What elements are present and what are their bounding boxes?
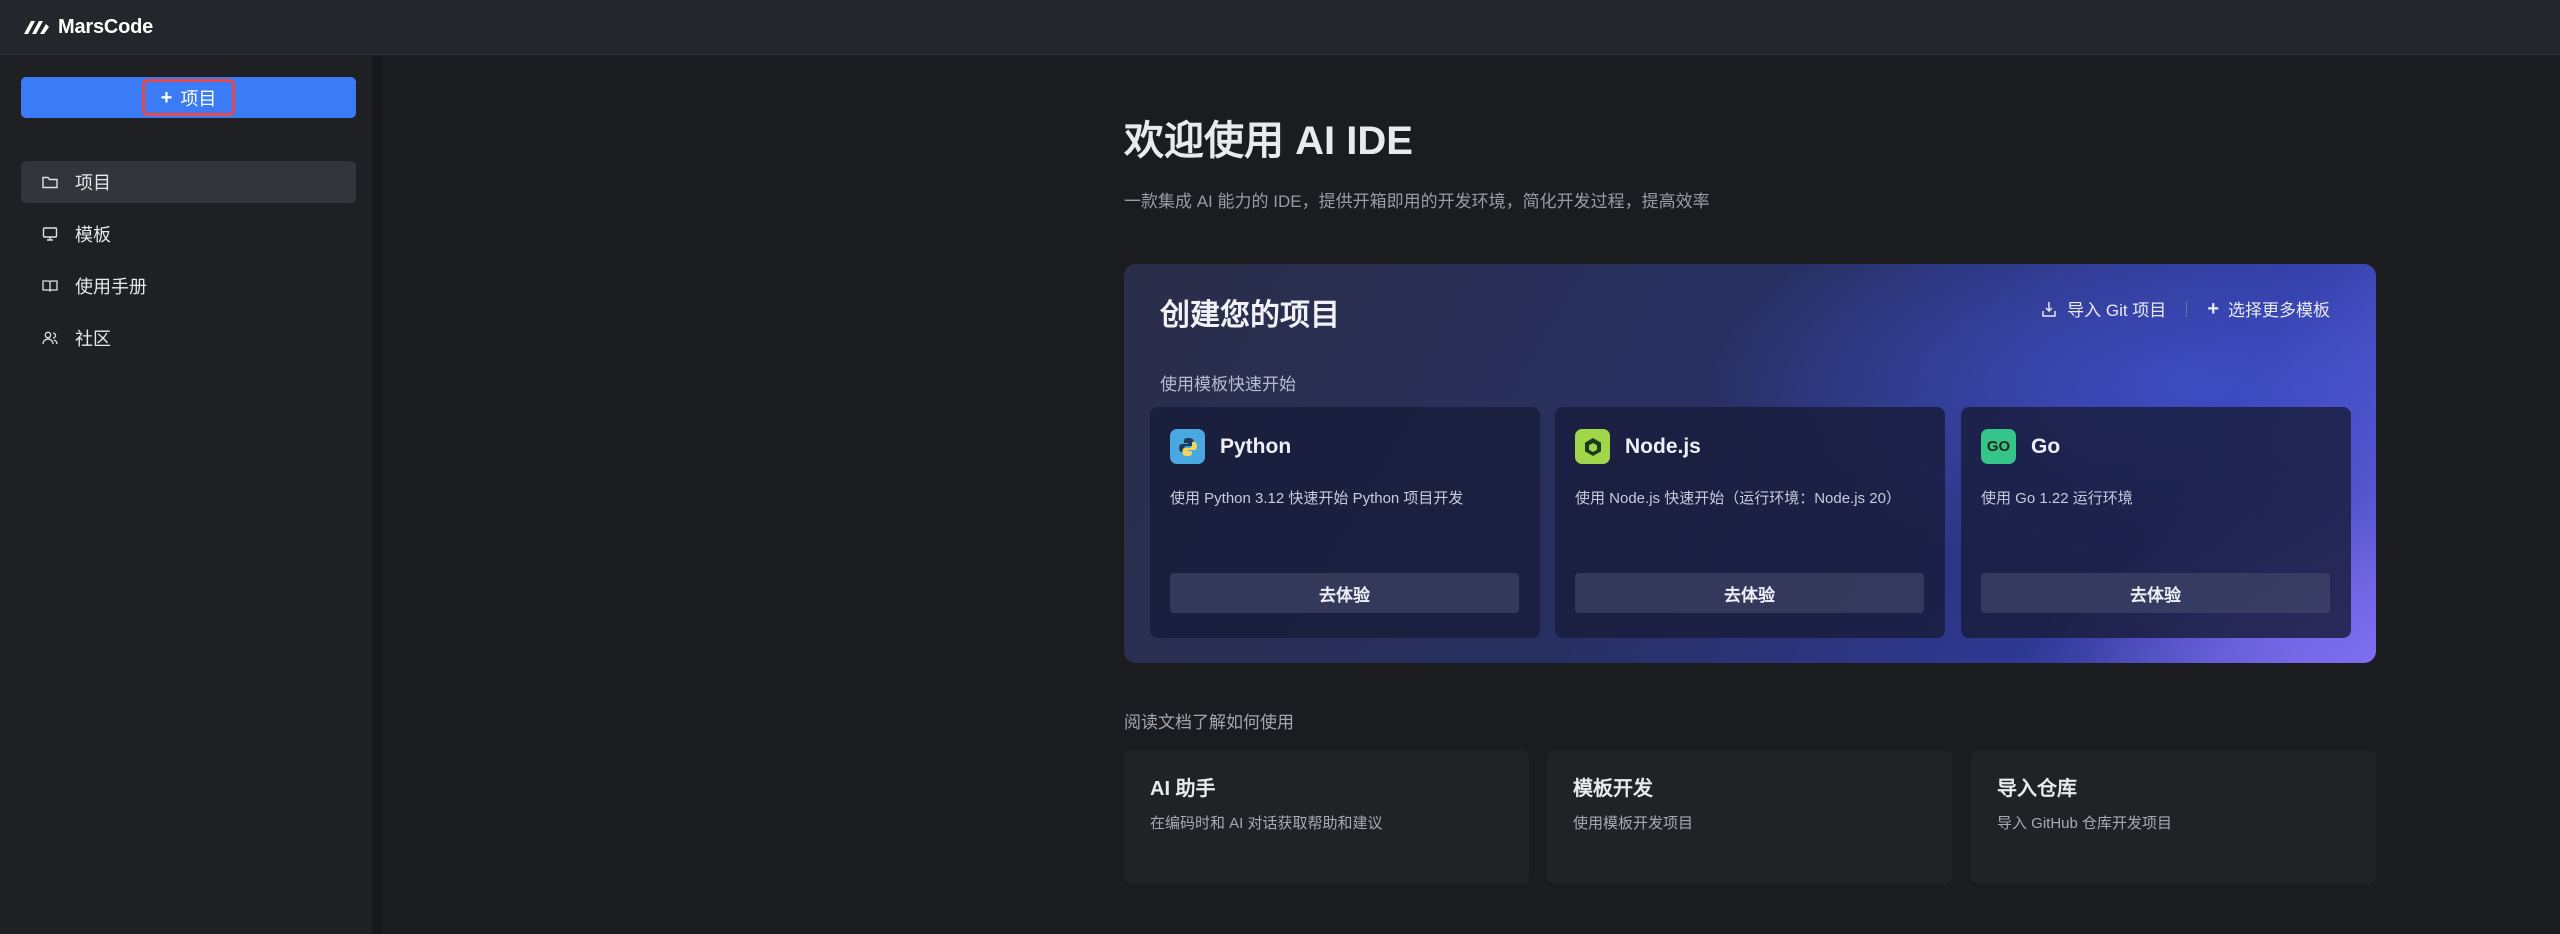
create-project-panel: 创建您的项目 导入 Git 项目 + 选择更多模板 使用模板快速开始 Pytho…: [1124, 264, 2376, 663]
import-git-label: 导入 Git 项目: [2067, 301, 2167, 320]
sidebar-item-community[interactable]: 社区: [21, 317, 356, 359]
doc-card-title: 导入仓库: [1997, 778, 2077, 800]
sidebar-nav: 项目 模板 使用手册 社区: [21, 161, 356, 369]
create-actions: 导入 Git 项目 + 选择更多模板: [2040, 296, 2330, 321]
import-git-button[interactable]: 导入 Git 项目: [2040, 296, 2166, 321]
quick-start-label: 使用模板快速开始: [1160, 375, 1296, 394]
more-templates-label: 选择更多模板: [2228, 301, 2330, 320]
doc-card-title: 模板开发: [1573, 778, 1653, 800]
template-name: Node.js: [1625, 434, 1701, 458]
plus-icon: +: [2207, 297, 2219, 320]
template-card-python[interactable]: Python 使用 Python 3.12 快速开始 Python 项目开发 去…: [1150, 407, 1540, 638]
go-icon-text: GO: [1986, 438, 2011, 455]
docs-section-label: 阅读文档了解如何使用: [1124, 713, 1294, 732]
python-icon: [1170, 429, 1205, 464]
sidebar-item-label: 项目: [75, 173, 111, 193]
top-bar: MarsCode: [0, 0, 2560, 55]
plus-icon: +: [160, 86, 173, 109]
template-card-header: GO Go: [1981, 429, 2060, 464]
app-name: MarsCode: [58, 15, 154, 38]
new-project-button[interactable]: + 项目: [21, 77, 356, 118]
import-icon: [2042, 301, 2056, 317]
sidebar-resize-handle[interactable]: [372, 56, 382, 934]
doc-card-template-dev[interactable]: 模板开发 使用模板开发项目: [1547, 750, 1952, 884]
divider: [2186, 300, 2188, 317]
go-icon: GO: [1981, 429, 2016, 464]
new-project-highlight: + 项目: [141, 79, 236, 116]
try-template-button[interactable]: 去体验: [1981, 573, 2330, 613]
more-templates-button[interactable]: + 选择更多模板: [2207, 296, 2330, 321]
nodejs-icon: [1575, 429, 1610, 464]
book-icon: [41, 277, 59, 295]
template-card-nodejs[interactable]: Node.js 使用 Node.js 快速开始（运行环境：Node.js 20）…: [1555, 407, 1945, 638]
folder-icon: [41, 173, 59, 191]
template-name: Go: [2031, 434, 2061, 458]
monitor-icon: [41, 225, 59, 243]
doc-card-description: 导入 GitHub 仓库开发项目: [1997, 815, 2173, 832]
doc-card-import-repo[interactable]: 导入仓库 导入 GitHub 仓库开发项目: [1971, 750, 2376, 884]
template-name: Python: [1220, 434, 1292, 458]
app-logo[interactable]: MarsCode: [22, 16, 153, 39]
users-icon: [41, 329, 59, 347]
sidebar-item-projects[interactable]: 项目: [21, 161, 356, 203]
try-template-button[interactable]: 去体验: [1575, 573, 1924, 613]
doc-card-title: AI 助手: [1150, 778, 1216, 800]
page-subtitle: 一款集成 AI 能力的 IDE，提供开箱即用的开发环境，简化开发过程，提高效率: [1124, 192, 1710, 211]
doc-card-ai-assistant[interactable]: AI 助手 在编码时和 AI 对话获取帮助和建议: [1124, 750, 1529, 884]
sidebar-item-label: 模板: [75, 225, 111, 245]
sidebar-item-label: 使用手册: [75, 277, 147, 297]
template-description: 使用 Node.js 快速开始（运行环境：Node.js 20）: [1575, 490, 1901, 507]
new-project-label: 项目: [180, 88, 217, 109]
create-project-title: 创建您的项目: [1160, 299, 1340, 332]
template-card-go[interactable]: GO Go 使用 Go 1.22 运行环境 去体验: [1961, 407, 2351, 638]
try-template-button[interactable]: 去体验: [1170, 573, 1519, 613]
sidebar-item-label: 社区: [75, 329, 111, 349]
template-card-header: Node.js: [1575, 429, 1701, 464]
template-description: 使用 Python 3.12 快速开始 Python 项目开发: [1170, 490, 1464, 507]
sidebar-item-manual[interactable]: 使用手册: [21, 265, 356, 307]
doc-card-description: 使用模板开发项目: [1573, 815, 1694, 832]
sidebar-item-templates[interactable]: 模板: [21, 213, 356, 255]
template-card-header: Python: [1170, 429, 1291, 464]
page-title: 欢迎使用 AI IDE: [1124, 119, 1413, 163]
doc-card-description: 在编码时和 AI 对话获取帮助和建议: [1150, 815, 1383, 832]
template-description: 使用 Go 1.22 运行环境: [1981, 490, 2133, 507]
marscode-logo-icon: [24, 21, 49, 34]
